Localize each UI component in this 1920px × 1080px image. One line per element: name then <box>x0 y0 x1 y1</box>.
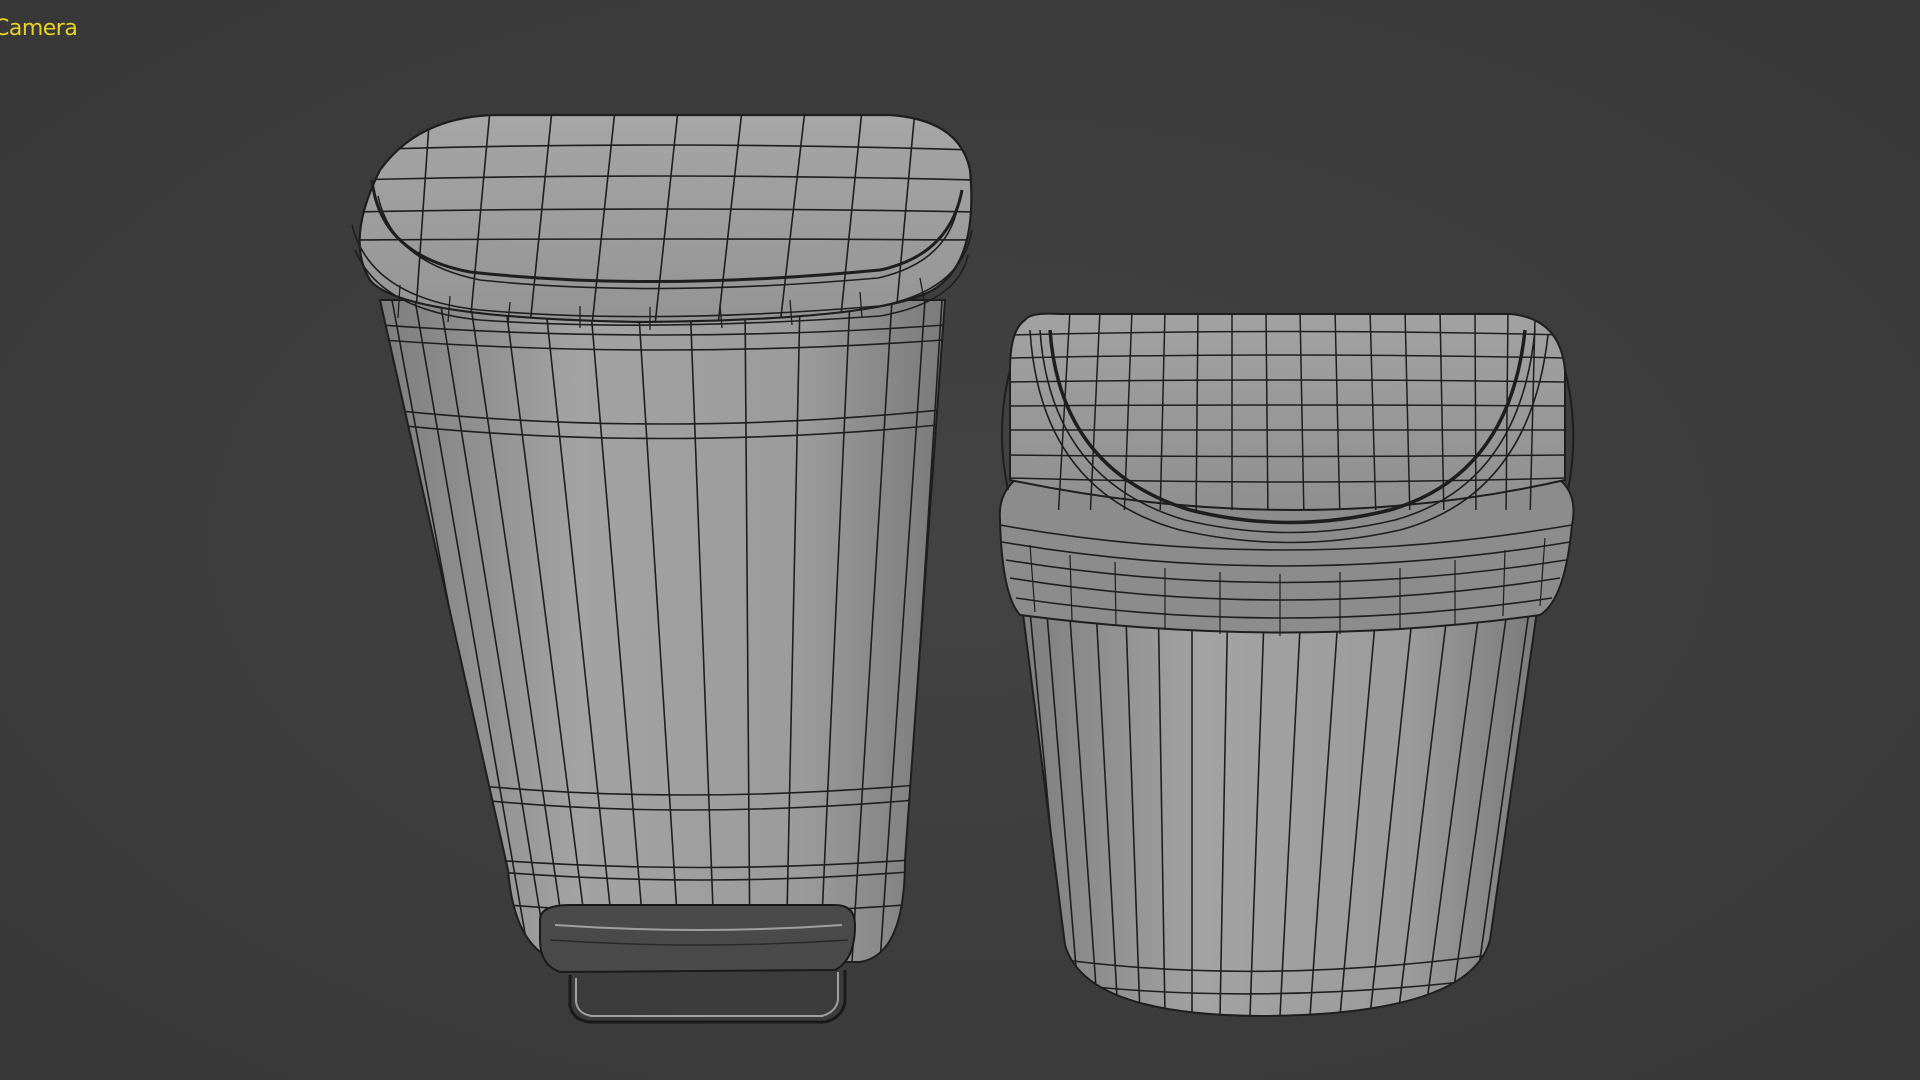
pedal-trash-bin[interactable] <box>350 110 975 1024</box>
swing-lid-trash-bin[interactable] <box>998 310 1575 1018</box>
viewport-scene[interactable] <box>0 0 1920 1080</box>
3d-viewport[interactable]: Camera <box>0 0 1920 1080</box>
